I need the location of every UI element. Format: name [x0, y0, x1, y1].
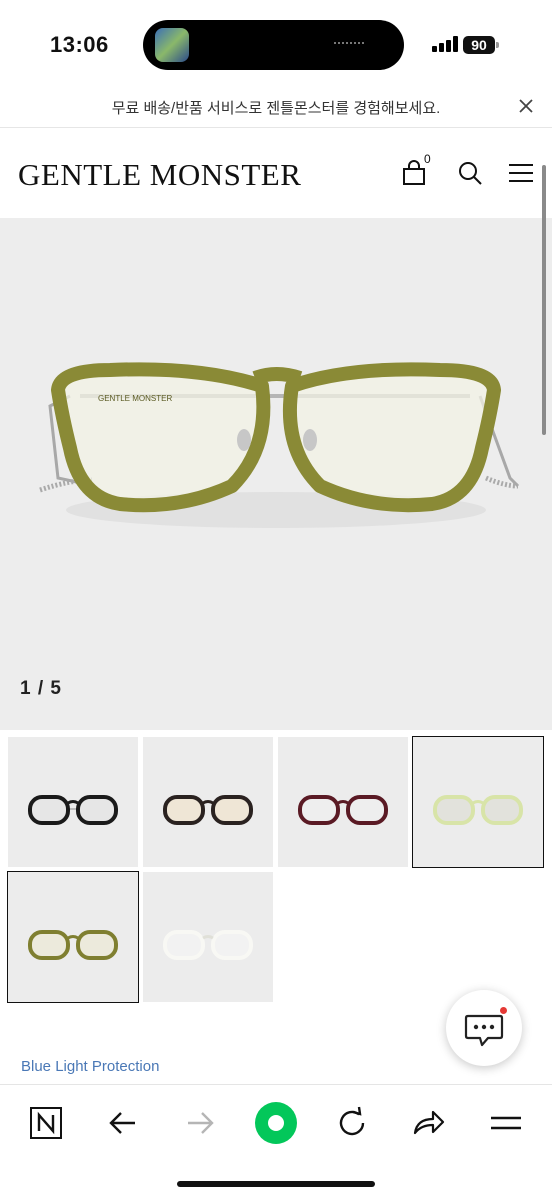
search-icon[interactable]: [456, 159, 484, 187]
cellular-signal-icon: [432, 36, 458, 52]
forward-arrow-icon[interactable]: [180, 1103, 220, 1143]
green-home-icon[interactable]: [254, 1101, 298, 1145]
battery-icon: 90: [463, 36, 495, 54]
share-icon[interactable]: [409, 1103, 449, 1143]
status-time: 13:06: [50, 32, 109, 57]
promo-banner: 무료 배송/반품 서비스로 젠틀몬스터를 경험해보세요.: [0, 88, 552, 128]
close-icon[interactable]: [516, 96, 536, 116]
back-arrow-icon[interactable]: [103, 1103, 143, 1143]
glasses-thumbnail-image: [28, 930, 118, 960]
chat-button[interactable]: [446, 990, 522, 1066]
variant-thumbnail-olive[interactable]: [7, 871, 139, 1003]
variant-thumbnail-black[interactable]: [8, 737, 138, 867]
variant-thumbnail-clear[interactable]: [143, 872, 273, 1002]
chat-notification-dot: [500, 1007, 507, 1014]
battery-tip: [496, 42, 499, 48]
now-playing-artwork: [155, 28, 189, 62]
glasses-product-image: GENTLE MONSTER: [39, 362, 520, 528]
brand-logo[interactable]: GENTLE MONSTER: [18, 157, 301, 193]
chat-bubble-icon: [464, 1014, 504, 1047]
promo-text: 무료 배송/반품 서비스로 젠틀몬스터를 경험해보세요.: [111, 100, 441, 117]
glasses-thumbnail-image: [433, 795, 523, 825]
dynamic-island: [143, 20, 404, 70]
variant-thumbnail-dark-tortoise[interactable]: [143, 737, 273, 867]
variant-thumbnail-burgundy[interactable]: [278, 737, 408, 867]
status-bar: 13:06 90: [0, 0, 552, 90]
cart-count-badge: 0: [424, 152, 431, 166]
glasses-thumbnail-image: [163, 930, 253, 960]
waveform-icon: [334, 42, 364, 46]
reload-icon[interactable]: [332, 1103, 372, 1143]
blue-light-protection-label[interactable]: Blue Light Protection: [21, 1058, 159, 1075]
image-counter: 1 / 5: [20, 678, 62, 699]
product-image-carousel[interactable]: GENTLE MONSTER 1 / 5: [0, 218, 552, 730]
glasses-thumbnail-image: [298, 795, 388, 825]
menu-icon[interactable]: [486, 1103, 526, 1143]
glasses-thumbnail-image: [28, 795, 118, 825]
home-indicator[interactable]: [177, 1181, 375, 1187]
glasses-thumbnail-image: [163, 795, 253, 825]
site-header: GENTLE MONSTER 0: [0, 129, 552, 218]
hamburger-menu-icon[interactable]: [507, 159, 535, 187]
frame-brand-mark: GENTLE MONSTER: [98, 394, 172, 403]
variant-thumbnail-clear-green[interactable]: [412, 736, 544, 868]
naver-n-icon[interactable]: [26, 1103, 66, 1143]
page-scrollbar[interactable]: [542, 165, 546, 435]
